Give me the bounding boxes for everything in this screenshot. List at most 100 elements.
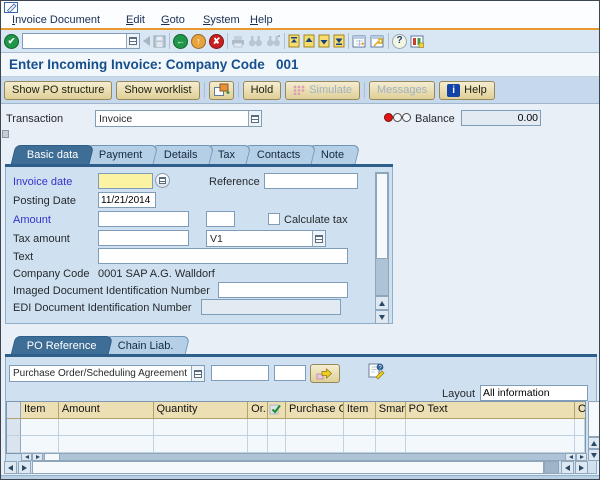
table-hscrollbar-track[interactable] (21, 453, 587, 461)
col-header-truncated[interactable]: O (575, 402, 585, 419)
posting-date-field[interactable] (98, 192, 156, 208)
page-down-icon[interactable] (318, 34, 330, 48)
col-header-smart[interactable]: Smar.. (375, 402, 406, 419)
invoice-date-field[interactable] (98, 173, 153, 189)
menu-edit[interactable]: Edit (126, 14, 145, 26)
toolbar-separator (237, 82, 239, 98)
page-up-icon[interactable] (303, 34, 315, 48)
table-row[interactable] (7, 419, 585, 436)
tax-amount-field[interactable] (98, 230, 189, 246)
tab-po-reference[interactable]: PO Reference (10, 336, 113, 354)
col-header-quantity[interactable]: Quantity (153, 402, 249, 419)
col-header-order[interactable]: Or.. (248, 402, 269, 419)
back-icon[interactable]: ← (173, 33, 188, 49)
po-reference-dropdown-icon[interactable] (191, 366, 204, 381)
tab-contacts[interactable]: Contacts (240, 145, 317, 164)
main-hscroll-left-icon[interactable] (4, 461, 17, 474)
help-icon[interactable]: ? (392, 33, 407, 49)
po-item-field[interactable] (274, 365, 306, 381)
sap-window: Invoice Document Edit Goto System Help ✔… (0, 0, 600, 480)
date-picker-icon[interactable] (155, 173, 170, 188)
print-icon[interactable] (231, 35, 245, 48)
enter-icon[interactable]: ✔ (4, 33, 19, 49)
table-hscrollbar-thumb[interactable] (44, 453, 60, 461)
new-session-icon[interactable] (352, 35, 367, 48)
tax-code-select[interactable]: V1 (206, 230, 326, 247)
transaction-select[interactable]: Invoice (95, 110, 262, 127)
main-hscrollbar-track[interactable] (32, 461, 544, 474)
find-icon[interactable] (248, 35, 263, 47)
col-header-item2[interactable]: Item (343, 402, 376, 419)
po-number-field[interactable] (211, 365, 269, 381)
hide-command-field-icon[interactable] (143, 36, 150, 46)
col-header-amount[interactable]: Amount (58, 402, 154, 419)
table-hscroll-right-icon[interactable] (32, 453, 43, 461)
form-scroll-up-icon[interactable] (375, 296, 389, 310)
col-header-ok[interactable] (268, 402, 287, 419)
menu-goto[interactable]: Goto (161, 14, 185, 26)
table-vscroll-up-icon[interactable] (588, 437, 599, 449)
tab-payment[interactable]: Payment (83, 145, 160, 164)
main-hscroll-right2-icon[interactable] (575, 461, 588, 474)
imaged-document-field[interactable] (218, 282, 348, 298)
form-scrollbar-thumb[interactable] (376, 173, 388, 259)
po-reference-type-select[interactable]: Purchase Order/Scheduling Agreement (9, 365, 205, 382)
table-row[interactable] (7, 436, 585, 453)
exit-icon[interactable]: ↑ (191, 33, 206, 49)
last-page-icon[interactable] (333, 34, 345, 48)
tab-basic-data[interactable]: Basic data (10, 145, 95, 164)
form-scroll-down-icon[interactable] (375, 310, 389, 324)
main-hscroll-right-icon[interactable] (18, 461, 31, 474)
help-button[interactable]: i Help (439, 80, 495, 100)
text-field[interactable] (98, 248, 348, 264)
find-next-icon[interactable] (266, 35, 281, 47)
command-input[interactable] (23, 34, 126, 48)
main-hscrollbar-thumb[interactable] (544, 461, 559, 474)
green-light-icon (402, 113, 411, 122)
col-header-item[interactable]: Item (20, 402, 59, 419)
reference-field[interactable] (264, 173, 358, 189)
select-all-cell[interactable] (7, 402, 21, 419)
messages-button[interactable]: Messages (369, 80, 436, 100)
hold-button[interactable]: Hold (242, 80, 282, 100)
table-hscroll-left2-icon[interactable] (565, 453, 576, 461)
table-vscrollbar-thumb[interactable] (588, 401, 599, 437)
calculate-tax-checkbox[interactable] (268, 213, 280, 225)
table-vscroll-down-icon[interactable] (588, 449, 599, 461)
amount-field[interactable] (98, 211, 189, 227)
layout-field[interactable] (480, 385, 588, 401)
tab-chain-liab[interactable]: Chain Liab. (101, 336, 190, 354)
adopt-button[interactable] (310, 364, 340, 383)
menu-help[interactable]: Help (250, 14, 273, 26)
show-po-structure-button[interactable]: Show PO structure (4, 80, 113, 100)
save-icon[interactable] (153, 35, 166, 48)
toolbar-separator (348, 33, 349, 49)
currency-field[interactable] (206, 211, 235, 227)
dock-handle[interactable] (2, 130, 9, 138)
tax-code-dropdown-icon[interactable] (312, 231, 325, 246)
row-select-cell[interactable] (7, 419, 21, 436)
show-worklist-button[interactable]: Show worklist (116, 80, 200, 100)
first-page-icon[interactable] (288, 34, 300, 48)
red-light-icon (384, 113, 393, 122)
menu-system[interactable]: System (203, 14, 240, 26)
company-code-value: 0001 SAP A.G. Walldorf (98, 268, 215, 280)
table-hscroll-left-icon[interactable] (21, 453, 32, 461)
table-hscroll-right2-icon[interactable] (576, 453, 587, 461)
main-hscroll-left2-icon[interactable] (561, 461, 574, 474)
item-help-icon[interactable]: ? (367, 362, 385, 380)
simulate-button[interactable]: Simulate (285, 80, 360, 100)
create-shortcut-icon[interactable] (370, 35, 385, 48)
command-history-icon[interactable] (126, 34, 139, 48)
cancel-icon[interactable]: ✘ (209, 33, 224, 49)
col-header-po-text[interactable]: PO Text (405, 402, 576, 419)
po-hierarchy-icon-button[interactable] (208, 80, 234, 100)
po-tabstrip-underline (5, 354, 597, 357)
row-select-cell[interactable] (7, 436, 21, 453)
tab-details[interactable]: Details (147, 145, 214, 164)
customize-layout-icon[interactable] (410, 35, 425, 48)
menu-invoice-document[interactable]: Invoice Document (12, 14, 100, 26)
col-header-purchase-order[interactable]: Purchase O.. (286, 402, 344, 419)
transaction-dropdown-icon[interactable] (248, 111, 261, 126)
command-field[interactable] (22, 33, 140, 49)
